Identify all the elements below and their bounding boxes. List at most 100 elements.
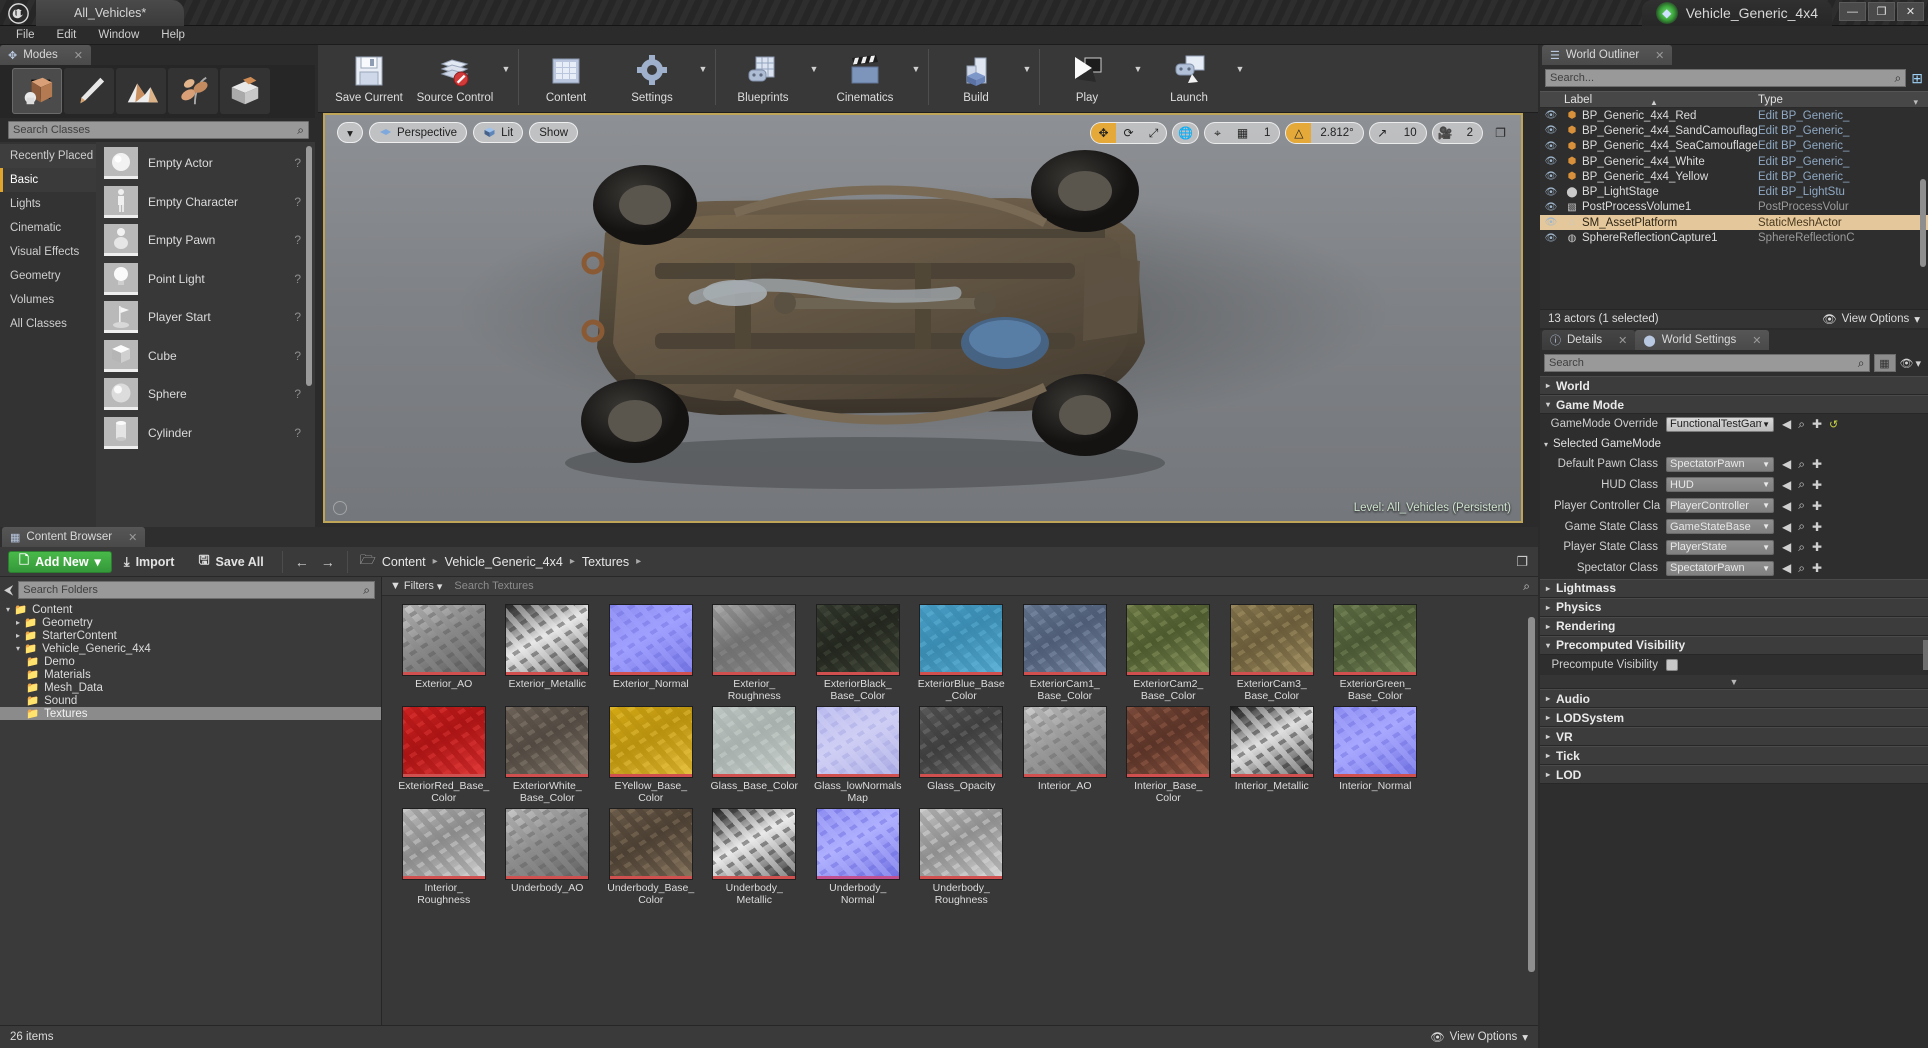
new-asset-icon[interactable]: ✚ <box>1812 540 1822 554</box>
tab-world-outliner[interactable]: ☰ World Outliner ✕ <box>1542 45 1673 65</box>
tree-item-mesh-data[interactable]: 📁 Mesh_Data <box>0 681 381 695</box>
help-icon[interactable]: ? <box>294 272 301 286</box>
tab-details-close-icon[interactable]: ✕ <box>1618 334 1627 347</box>
folder-search-box[interactable]: ⌕ <box>18 581 375 599</box>
asset-tile[interactable]: ExteriorGreen_ Base_Color <box>1324 604 1428 702</box>
import-button[interactable]: ⤓ Import <box>112 549 187 575</box>
breadcrumb-vehicle[interactable]: Vehicle_Generic_4x4 <box>445 555 563 569</box>
maximize-button[interactable]: ❐ <box>1868 2 1895 21</box>
visibility-eye-icon[interactable]: 👁 <box>1540 187 1562 198</box>
save-all-button[interactable]: 🖫 Save All <box>186 549 275 575</box>
tree-item-geometry[interactable]: ▸ 📁 Geometry <box>0 616 381 630</box>
cinematics-button[interactable]: Cinematics <box>822 45 908 109</box>
outliner-search-input[interactable] <box>1550 72 1895 84</box>
sidebar-item-lights[interactable]: Lights <box>0 192 96 216</box>
right-panel-scrollbar[interactable] <box>1923 640 1928 670</box>
new-asset-icon[interactable]: ✚ <box>1812 520 1822 534</box>
tab-modes-close-icon[interactable]: ✕ <box>74 49 83 62</box>
browse-icon[interactable]: ⌕ <box>1798 477 1805 492</box>
viewport-options-button[interactable]: ▾ <box>337 122 363 143</box>
asset-tile[interactable]: Glass_Opacity <box>910 706 1014 804</box>
precompute-visibility-checkbox[interactable] <box>1666 658 1678 671</box>
back-arrow-icon[interactable]: ◀ <box>1782 457 1791 471</box>
twisty-icon[interactable]: ▸ <box>12 618 24 627</box>
outliner-row-edit-link[interactable]: Edit BP_Generic_ <box>1758 140 1928 152</box>
back-button[interactable]: ← <box>289 554 315 570</box>
gamemode-override-select[interactable]: FunctionalTestGame ▼ <box>1666 416 1774 432</box>
asset-tile[interactable]: ExteriorBlack_ Base_Color <box>806 604 910 702</box>
camera-icon[interactable]: 🎥 <box>1433 123 1458 143</box>
world-settings-search-input[interactable] <box>1549 357 1858 369</box>
scale-arrow-icon[interactable]: ↗ <box>1370 123 1395 143</box>
launch-button[interactable]: Launch <box>1146 45 1232 109</box>
visibility-eye-icon[interactable]: 👁 <box>1540 217 1562 228</box>
asset-tile[interactable]: ExteriorRed_Base_ Color <box>392 706 496 804</box>
add-actor-icon[interactable]: ⊞ <box>1911 70 1923 87</box>
minimize-button[interactable]: — <box>1839 2 1866 21</box>
outliner-row-edit-link[interactable]: Edit BP_Generic_ <box>1758 125 1928 137</box>
asset-tile[interactable]: Exterior_Normal <box>599 604 703 702</box>
browse-icon[interactable]: ⌕ <box>1798 457 1805 472</box>
project-tab[interactable]: All_Vehicles* <box>36 0 185 26</box>
rotate-tool-icon[interactable]: ⟳ <box>1116 123 1141 143</box>
back-arrow-icon[interactable]: ◀ <box>1782 478 1791 492</box>
asset-tile[interactable]: Underbody_Base_ Color <box>599 808 703 906</box>
visibility-eye-icon[interactable]: 👁 <box>1540 141 1562 152</box>
help-icon[interactable]: ? <box>294 349 301 363</box>
save-current-button[interactable]: Save Current <box>326 45 412 109</box>
tab-world-settings-close-icon[interactable]: ✕ <box>1752 334 1761 347</box>
browse-icon[interactable]: ⌕ <box>1798 540 1805 555</box>
visibility-eye-icon[interactable]: 👁 <box>1540 156 1562 167</box>
translate-tool-icon[interactable]: ✥ <box>1091 123 1116 143</box>
asset-tile[interactable]: Interior_AO <box>1013 706 1117 804</box>
help-icon[interactable]: ? <box>294 233 301 247</box>
tree-item-content[interactable]: ▾ 📁 Content <box>0 603 381 617</box>
outliner-row[interactable]: 👁 ⬢ BP_Generic_4x4_SandCamouflage Edit BP_G… <box>1540 123 1928 138</box>
twisty-icon[interactable]: ▾ <box>12 644 24 653</box>
asset-tile[interactable]: Underbody_ Metallic <box>703 808 807 906</box>
browse-icon[interactable]: ⌕ <box>1798 417 1805 432</box>
place-mode-button[interactable] <box>12 68 62 114</box>
tab-content-browser[interactable]: ▦ Content Browser ✕ <box>2 527 146 547</box>
new-asset-icon[interactable]: ✚ <box>1812 417 1822 431</box>
content-view-options-button[interactable]: 👁 View Options ▾ <box>1430 1030 1528 1044</box>
column-filter-icon[interactable]: ▾ <box>1913 97 1918 108</box>
reset-icon[interactable]: ↺ <box>1829 418 1838 431</box>
angle-icon[interactable]: △ <box>1286 123 1312 143</box>
asset-tile[interactable]: EYellow_Base_ Color <box>599 706 703 804</box>
outliner-row[interactable]: 👁 ⬢ BP_Generic_4x4_White Edit BP_Generic_ <box>1540 154 1928 169</box>
source-control-button[interactable]: Source Control <box>412 45 498 109</box>
list-item[interactable]: Cylinder ? <box>96 414 315 453</box>
property-select[interactable]: GameStateBase ▼ <box>1666 519 1774 535</box>
section-lod[interactable]: ▸ LOD <box>1540 765 1928 785</box>
browse-icon[interactable]: ⌕ <box>1798 519 1805 534</box>
add-new-button[interactable]: 🗋 Add New ▾ <box>8 550 112 573</box>
asset-tile[interactable]: Glass_lowNormals Map <box>806 706 910 804</box>
list-item[interactable]: Player Start ? <box>96 298 315 337</box>
section-lodsystem[interactable]: ▸ LODSystem <box>1540 708 1928 728</box>
asset-tile[interactable]: Exterior_Metallic <box>496 604 600 702</box>
property-select[interactable]: SpectatorPawn ▼ <box>1666 560 1774 576</box>
angle-snap-value[interactable]: 2.812° <box>1311 123 1362 143</box>
play-dropdown-icon[interactable]: ▼ <box>1130 45 1146 109</box>
menu-window[interactable]: Window <box>88 27 149 43</box>
list-item[interactable]: Cube ? <box>96 337 315 376</box>
outliner-row-edit-link[interactable]: Edit BP_Generic_ <box>1758 110 1928 122</box>
section-physics[interactable]: ▸ Physics <box>1540 597 1928 617</box>
visibility-eye-icon[interactable]: 👁 <box>1540 110 1562 121</box>
twisty-icon[interactable]: ▾ <box>2 605 14 614</box>
visibility-eye-icon[interactable]: 👁 <box>1540 125 1562 136</box>
scale-snap-value[interactable]: 10 <box>1395 123 1426 143</box>
outliner-view-options-button[interactable]: 👁 View Options ▾ <box>1822 312 1920 326</box>
asset-tile[interactable]: Interior_Base_ Color <box>1117 706 1221 804</box>
blueprints-dropdown-icon[interactable]: ▼ <box>806 45 822 109</box>
outliner-row-edit-link[interactable]: Edit BP_LightStu <box>1758 186 1928 198</box>
tab-world-settings[interactable]: ⬤ World Settings ✕ <box>1635 330 1770 350</box>
sidebar-item-visual-effects[interactable]: Visual Effects <box>0 240 96 264</box>
grid-icon[interactable]: ▦ <box>1230 123 1255 143</box>
content-button[interactable]: Content <box>523 45 609 109</box>
landscape-mode-button[interactable] <box>116 68 166 114</box>
cinematics-dropdown-icon[interactable]: ▼ <box>908 45 924 109</box>
list-item[interactable]: Sphere ? <box>96 375 315 414</box>
column-label[interactable]: Label ▲ <box>1540 94 1752 107</box>
